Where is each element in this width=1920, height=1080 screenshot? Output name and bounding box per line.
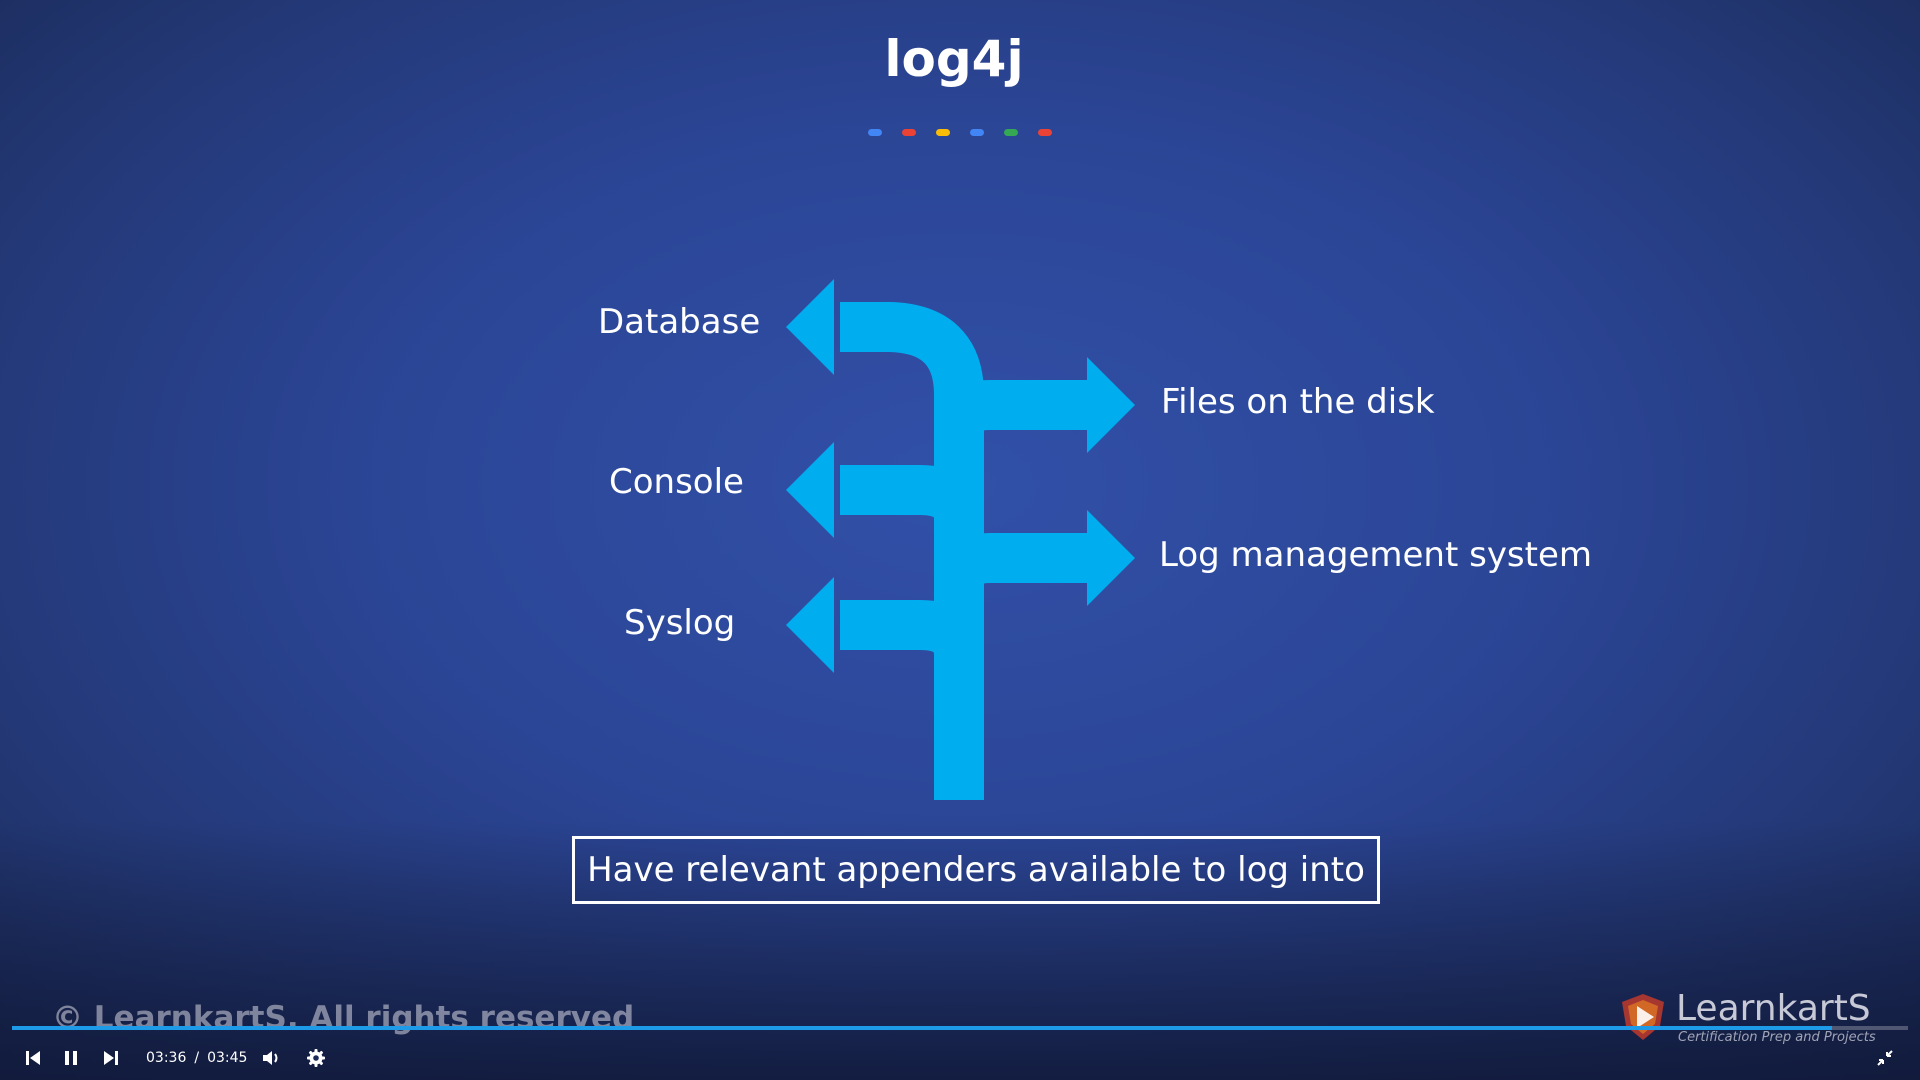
skip-back-icon bbox=[26, 1051, 40, 1065]
label-log-management-system: Log management system bbox=[1159, 535, 1593, 575]
arrow-head-console bbox=[786, 442, 834, 538]
branch-logmgmt-shaft bbox=[934, 533, 1090, 610]
duration: 03:45 bbox=[207, 1050, 248, 1066]
progress-fill bbox=[12, 1026, 1833, 1030]
arrow-head-syslog bbox=[786, 577, 834, 673]
label-syslog: Syslog bbox=[624, 603, 736, 643]
player-controls: 03:36 / 03:45 bbox=[0, 1038, 1920, 1078]
video-frame: log4j Database Console Syslog Files on t… bbox=[0, 0, 1920, 1080]
caption-box: Have relevant appenders available to log… bbox=[572, 836, 1380, 904]
settings-icon bbox=[307, 1049, 325, 1067]
time-separator: / bbox=[194, 1050, 200, 1066]
branch-console-shaft bbox=[840, 465, 984, 545]
arrow-head-logmgmt bbox=[1087, 510, 1135, 606]
appender-arrows-diagram bbox=[786, 279, 1135, 800]
label-files-on-disk: Files on the disk bbox=[1161, 382, 1435, 422]
skip-forward-icon bbox=[104, 1051, 118, 1065]
arrow-head-files bbox=[1087, 357, 1135, 453]
label-console: Console bbox=[609, 462, 744, 502]
copyright-watermark: © LearnkartS. All rights reserved bbox=[52, 1000, 635, 1036]
exit-fullscreen-icon bbox=[1877, 1050, 1893, 1066]
progress-bar[interactable] bbox=[12, 1026, 1908, 1030]
skip-forward-button[interactable] bbox=[98, 1038, 124, 1078]
brand-shield-icon bbox=[1622, 994, 1664, 1040]
volume-icon bbox=[263, 1051, 278, 1065]
branch-files-shaft bbox=[934, 380, 1090, 455]
branch-syslog-shaft bbox=[840, 600, 984, 680]
settings-button[interactable] bbox=[303, 1038, 329, 1078]
current-time: 03:36 bbox=[146, 1050, 187, 1066]
arrow-head-database bbox=[786, 279, 834, 375]
skip-back-button[interactable] bbox=[20, 1038, 46, 1078]
pause-icon bbox=[65, 1051, 77, 1065]
label-database: Database bbox=[598, 302, 761, 342]
time-display: 03:36 / 03:45 bbox=[146, 1038, 247, 1078]
volume-button[interactable] bbox=[258, 1038, 284, 1078]
brand-name: LearnkartS bbox=[1676, 988, 1871, 1029]
exit-fullscreen-button[interactable] bbox=[1872, 1038, 1898, 1078]
pause-button[interactable] bbox=[58, 1038, 84, 1078]
caption-text: Have relevant appenders available to log… bbox=[587, 850, 1365, 890]
